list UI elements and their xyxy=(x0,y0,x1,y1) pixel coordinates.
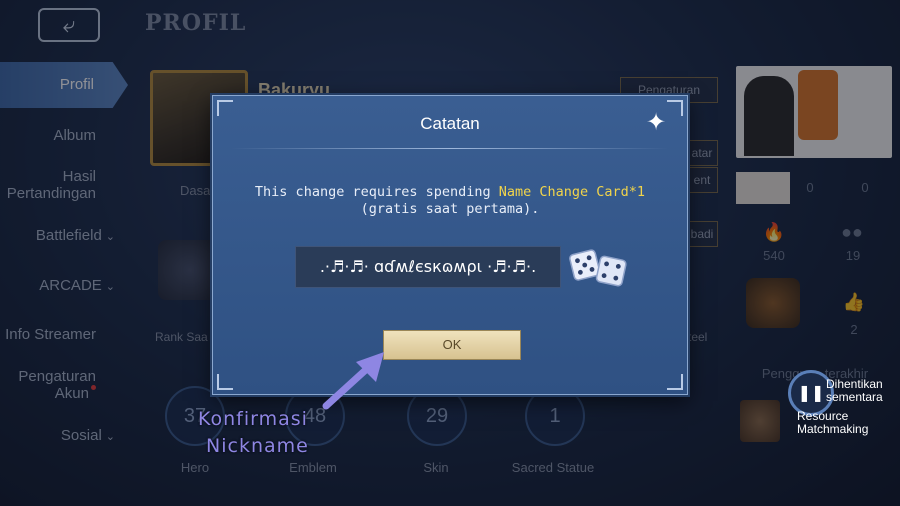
dice-icon[interactable] xyxy=(569,244,627,290)
nickname-dialog: Catatan ✦ This change requires spending … xyxy=(212,95,688,395)
pause-label: Dihentikan sementara xyxy=(826,377,883,404)
resource-matchmaking-label: Resource Matchmaking xyxy=(797,409,869,436)
divider xyxy=(231,148,669,149)
nickname-input[interactable]: .·♬·♬· ɑɗʍℓєsкɷʍρι ·♬·♬·. xyxy=(295,246,561,288)
annotation-text: Konfirmasi Nickname xyxy=(198,408,309,457)
dialog-title: Catatan xyxy=(420,114,480,133)
close-icon[interactable]: ✦ xyxy=(643,110,669,136)
ok-button[interactable]: OK xyxy=(383,330,521,360)
annotation-arrow xyxy=(322,352,384,410)
corner-ornament xyxy=(667,374,683,390)
dialog-message: This change requires spending Name Chang… xyxy=(254,184,646,217)
pause-icon: ❚❚ xyxy=(797,385,825,402)
corner-ornament xyxy=(217,374,233,390)
